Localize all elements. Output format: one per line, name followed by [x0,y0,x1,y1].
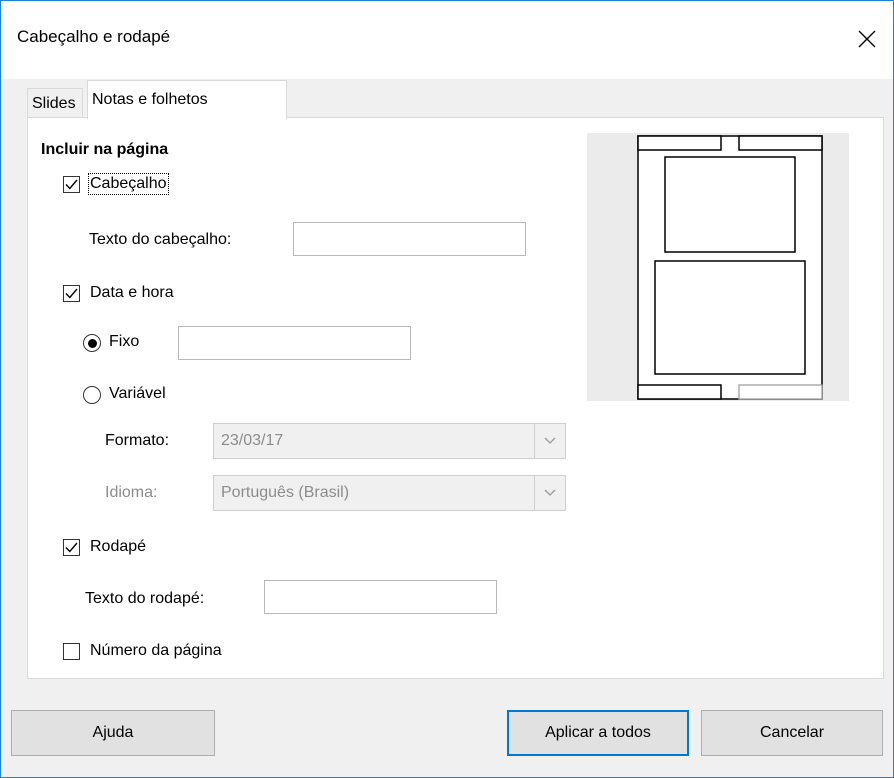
header-text-label: Texto do cabeçalho: [89,231,232,248]
tab-panel: Incluir na página Cabeçalho Texto do cab… [27,117,884,679]
checkmark-icon [65,542,78,553]
page-layout-preview [587,133,849,401]
checkmark-icon [65,288,78,299]
chevron-down-icon [544,437,556,444]
datetime-checkbox-label[interactable]: Data e hora [90,284,174,302]
cancel-button-label: Cancelar [759,724,825,741]
fixed-radio-label[interactable]: Fixo [109,333,139,351]
tab-notes-handouts[interactable]: Notas e folhetos [87,80,287,119]
fixed-date-input[interactable] [178,326,411,360]
datetime-checkbox[interactable] [63,285,80,302]
apply-all-button[interactable]: Aplicar a todos [507,710,689,756]
help-button[interactable]: Ajuda [11,710,215,756]
notes-page-preview-graphic [637,135,823,400]
language-dropdown-button[interactable] [534,476,565,510]
footer-checkbox-label[interactable]: Rodapé [90,538,146,556]
footer-checkbox[interactable] [63,539,80,556]
format-dropdown-button[interactable] [534,424,565,458]
close-icon [858,30,876,48]
page-number-checkbox[interactable] [63,643,80,660]
footer-text-input[interactable] [264,580,497,614]
fixed-radio[interactable] [83,334,101,352]
page-number-checkbox-label[interactable]: Número da página [90,642,222,660]
language-select-value: Português (Brasil) [221,484,350,501]
header-text-input[interactable] [293,222,526,256]
footer-text-label: Texto do rodapé: [85,590,205,607]
header-footer-dialog: Cabeçalho e rodapé Slides Notas e folhet… [0,0,894,778]
title-bar: Cabeçalho e rodapé [1,1,893,79]
close-button[interactable] [847,19,887,59]
header-checkbox-label[interactable]: Cabeçalho [88,173,169,195]
language-select[interactable]: Português (Brasil) [213,475,566,511]
format-label: Formato: [105,432,170,449]
section-title: Incluir na página [41,141,169,158]
radio-selected-dot [87,338,97,348]
tab-slides[interactable]: Slides [27,88,83,118]
cancel-button[interactable]: Cancelar [701,710,883,756]
dialog-title: Cabeçalho e rodapé [17,27,171,46]
header-checkbox[interactable] [63,176,80,193]
header-checkbox-text: Cabeçalho [90,175,167,192]
checkmark-icon [65,179,78,190]
format-select-value: 23/03/17 [221,432,284,449]
variable-radio[interactable] [83,386,101,404]
chevron-down-icon [544,489,556,496]
format-select[interactable]: 23/03/17 [213,423,566,459]
language-label: Idioma: [105,484,158,501]
variable-radio-label[interactable]: Variável [109,385,166,403]
help-button-label: Ajuda [92,724,134,741]
apply-all-button-label: Aplicar a todos [545,724,651,741]
